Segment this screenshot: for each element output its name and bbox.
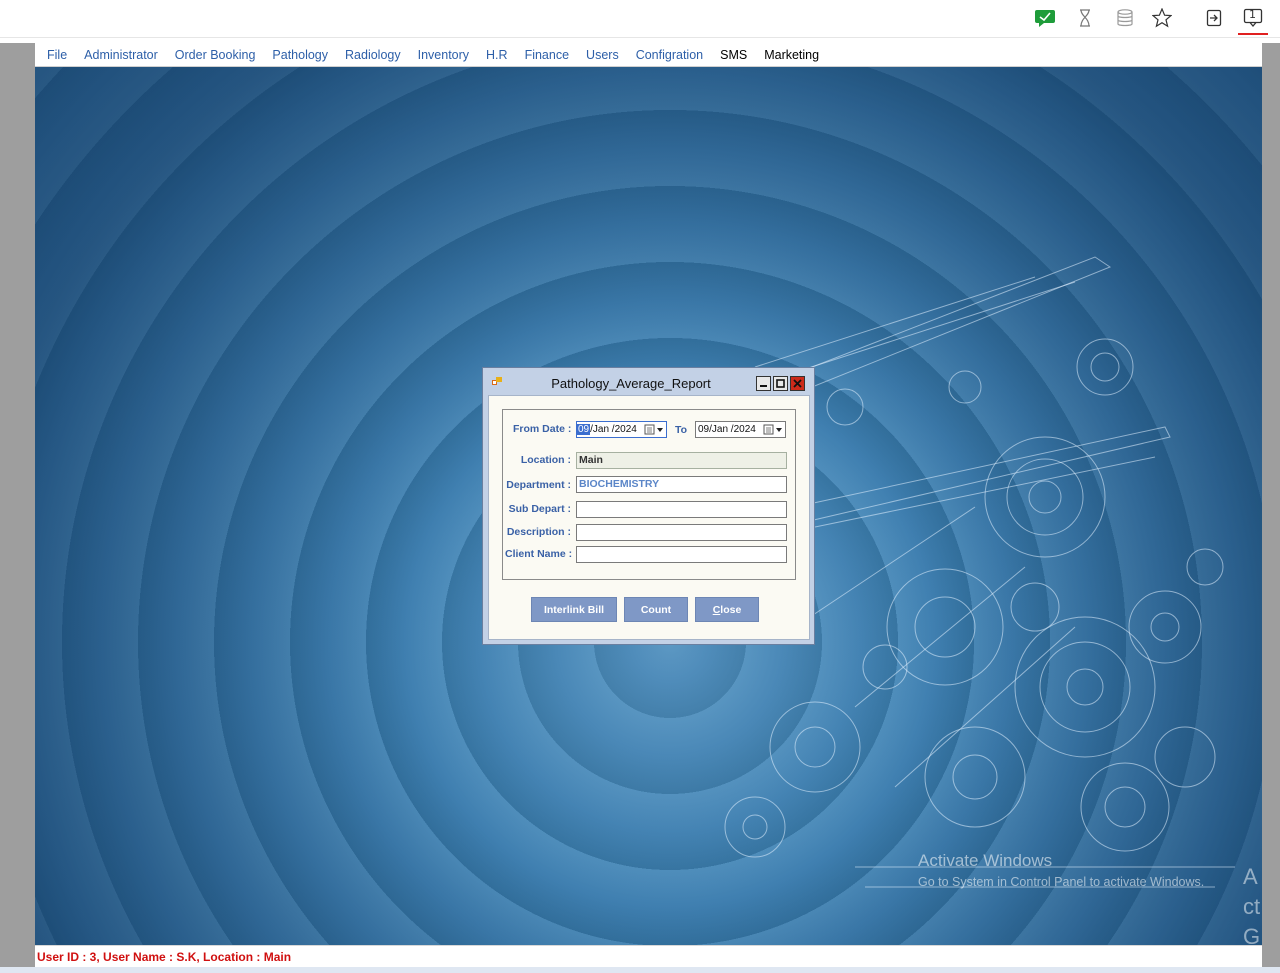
maximize-button[interactable] (773, 376, 788, 391)
star-icon[interactable] (1151, 7, 1173, 29)
status-user-info: User ID : 3, User Name : S.K, Location :… (37, 949, 292, 964)
count-button[interactable]: Count (624, 597, 688, 622)
left-gutter (0, 43, 35, 973)
to-date-picker[interactable]: 09/Jan /2024 (695, 421, 786, 438)
dialog-title: Pathology_Average_Report (551, 376, 711, 391)
description-field[interactable] (576, 524, 787, 541)
calendar-dropdown-icon (763, 424, 782, 435)
minimize-icon (760, 385, 767, 387)
notification-icon[interactable]: 1 (1238, 7, 1268, 35)
filter-groupbox: From Date : 09/Jan /2024 To 09/Jan /2024… (502, 409, 796, 580)
client-name-label: Client Name : (505, 548, 573, 560)
close-button[interactable]: Close (695, 597, 759, 622)
description-label: Description : (506, 526, 571, 538)
notification-count: 1 (1249, 8, 1256, 21)
status-bar: User ID : 3, User Name : S.K, Location :… (35, 945, 1262, 967)
close-label: lose (720, 603, 742, 616)
clipped-watermark: Act Go t (1243, 864, 1261, 945)
close-window-button[interactable] (790, 376, 805, 391)
pathology-average-report-dialog: Pathology_Average_Report From Date : 09/… (482, 367, 815, 645)
menu-users[interactable]: Users (586, 48, 619, 62)
chat-bubble-icon[interactable] (1034, 7, 1056, 29)
menu-pathology[interactable]: Pathology (272, 48, 328, 62)
minimize-button[interactable] (756, 376, 771, 391)
hourglass-icon[interactable] (1074, 7, 1096, 29)
from-date-rest: /Jan /2024 (590, 424, 637, 435)
to-label: To (674, 424, 687, 436)
sub-depart-field[interactable] (576, 501, 787, 518)
menu-radiology[interactable]: Radiology (345, 48, 401, 62)
browser-toolbar: 1 (0, 0, 1280, 38)
menu-sms[interactable]: SMS (720, 48, 747, 62)
sub-depart-label: Sub Depart : (508, 503, 571, 515)
database-icon[interactable] (1114, 7, 1136, 29)
interlink-bill-button[interactable]: Interlink Bill (531, 597, 617, 622)
menu-configration[interactable]: Configration (636, 48, 703, 62)
menu-marketing[interactable]: Marketing (764, 48, 819, 62)
to-date-value: 09/Jan /2024 (698, 424, 756, 435)
menu-administrator[interactable]: Administrator (84, 48, 158, 62)
bottom-edge (0, 967, 1280, 973)
right-gutter (1262, 43, 1280, 973)
client-name-field[interactable] (576, 546, 787, 563)
main-menu-bar: File Administrator Order Booking Patholo… (35, 43, 1262, 67)
dialog-title-bar[interactable]: Pathology_Average_Report (483, 368, 814, 395)
calendar-dropdown-icon (644, 424, 663, 435)
location-label: Location : (520, 454, 571, 466)
watermark-title: Activate Windows (918, 851, 1053, 870)
from-date-picker[interactable]: 09/Jan /2024 (576, 421, 667, 438)
menu-finance[interactable]: Finance (525, 48, 569, 62)
maximize-icon (776, 379, 785, 388)
menu-order-booking[interactable]: Order Booking (175, 48, 256, 62)
activate-windows-watermark: Activate Windows Go to System in Control… (918, 851, 1204, 889)
menu-inventory[interactable]: Inventory (418, 48, 469, 62)
sign-in-icon[interactable] (1203, 7, 1225, 29)
from-date-day: 09 (577, 424, 591, 435)
department-field[interactable]: BIOCHEMISTRY (576, 476, 787, 493)
watermark-subtitle: Go to System in Control Panel to activat… (918, 875, 1205, 889)
close-icon (793, 379, 802, 388)
from-date-label: From Date : (513, 423, 572, 435)
department-label: Department : (506, 479, 571, 491)
close-accelerator: C (712, 603, 721, 616)
menu-file[interactable]: File (47, 48, 67, 62)
menu-hr[interactable]: H.R (486, 48, 508, 62)
location-field[interactable]: Main (576, 452, 787, 469)
